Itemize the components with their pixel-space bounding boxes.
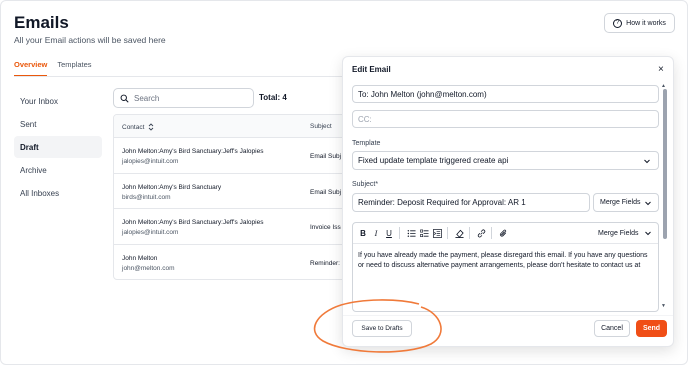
- template-select[interactable]: Fixed update template triggered create a…: [352, 151, 659, 170]
- merge-fields-label: Merge Fields: [600, 199, 641, 206]
- edit-email-modal: Edit Email × To: John Melton (john@melto…: [342, 56, 674, 347]
- question-icon: ?: [613, 18, 623, 28]
- subject-label: Subject*: [352, 181, 379, 188]
- modal-footer-divider: [343, 315, 673, 316]
- contact-email: birds@intuit.com: [122, 193, 171, 201]
- sidebar-item-all-inboxes[interactable]: All Inboxes: [14, 182, 102, 204]
- email-body-text[interactable]: If you have already made the payment, pl…: [358, 251, 653, 271]
- cancel-button[interactable]: Cancel: [594, 320, 630, 337]
- sidebar: Your Inbox Sent Draft Archive All Inboxe…: [14, 90, 102, 205]
- close-icon[interactable]: ×: [658, 64, 664, 75]
- email-table: Contact Subject John Melton:Amy's Bird S…: [113, 114, 363, 280]
- scroll-down-arrow[interactable]: ▼: [661, 303, 666, 309]
- contact-name: John Melton:Amy's Bird Sanctuary:Jeff's …: [122, 219, 264, 226]
- contact-email: jalopies@intuit.com: [122, 229, 179, 236]
- toolbar-divider: [447, 227, 448, 239]
- cc-field[interactable]: CC:: [352, 110, 659, 128]
- sidebar-item-draft[interactable]: Draft: [14, 136, 102, 158]
- chevron-down-icon: [645, 231, 651, 236]
- subject-field[interactable]: Reminder: Deposit Required for Approval:…: [352, 193, 590, 212]
- chevron-down-icon: [645, 201, 651, 206]
- modal-title: Edit Email: [352, 65, 391, 74]
- clear-format-icon[interactable]: [454, 228, 464, 238]
- body-merge-fields-button[interactable]: Merge Fields: [592, 224, 658, 243]
- table-row[interactable]: John Melton:Amy's Bird Sanctuary birds@i…: [114, 174, 362, 209]
- numbered-list-icon[interactable]: [419, 228, 429, 238]
- tab-bar: Overview Templates: [14, 60, 92, 77]
- email-subject: Email Subj: [310, 188, 342, 196]
- email-subject: Email Subj: [310, 153, 342, 160]
- email-subject: Reminder:: [310, 259, 340, 267]
- merge-fields-label: Merge Fields: [598, 230, 639, 237]
- sort-icon: [149, 123, 154, 131]
- contact-email: jalopies@intuit.com: [122, 158, 179, 165]
- how-it-works-button[interactable]: ? How it works: [604, 13, 675, 33]
- subject-column-header[interactable]: Subject: [310, 123, 332, 130]
- template-label: Template: [352, 140, 381, 147]
- contact-name: John Melton: [122, 254, 158, 262]
- tab-overview[interactable]: Overview: [14, 60, 48, 77]
- toolbar-divider: [469, 227, 470, 239]
- save-to-drafts-button[interactable]: Save to Drafts: [352, 320, 412, 337]
- bullet-list-icon[interactable]: [406, 228, 416, 238]
- send-button[interactable]: Send: [636, 320, 667, 337]
- page-title: Emails: [14, 13, 69, 32]
- template-value: Fixed update template triggered create a…: [358, 156, 509, 165]
- contact-column-header[interactable]: Contact: [122, 123, 154, 131]
- attachment-icon[interactable]: [498, 228, 508, 238]
- contact-email: john@melton.com: [122, 264, 175, 272]
- body-editor: B I U Merge Fields If you have already m…: [352, 222, 659, 312]
- toolbar-divider: [399, 227, 400, 239]
- underline-icon[interactable]: U: [384, 228, 394, 238]
- search-input[interactable]: [134, 93, 244, 103]
- page-subtitle: All your Email actions will be saved her…: [14, 35, 166, 45]
- search-box[interactable]: [113, 88, 254, 108]
- modal-scrollbar[interactable]: [663, 85, 667, 305]
- cc-placeholder: CC:: [358, 114, 372, 124]
- bold-icon[interactable]: B: [358, 228, 368, 238]
- sidebar-item-archive[interactable]: Archive: [14, 159, 102, 181]
- scroll-thumb[interactable]: [663, 89, 667, 239]
- indent-icon[interactable]: [432, 228, 442, 238]
- sidebar-item-sent[interactable]: Sent: [14, 113, 102, 135]
- toolbar-divider: [491, 227, 492, 239]
- contact-header-label: Contact: [122, 123, 145, 131]
- sidebar-item-your-inbox[interactable]: Your Inbox: [14, 90, 102, 112]
- how-it-works-label: How it works: [626, 19, 666, 27]
- table-row[interactable]: John Melton john@melton.com Reminder:: [114, 245, 362, 280]
- subject-merge-fields-button[interactable]: Merge Fields: [593, 193, 659, 212]
- app-window: Emails All your Email actions will be sa…: [0, 0, 688, 365]
- tab-templates[interactable]: Templates: [57, 60, 91, 77]
- editor-toolbar: B I U Merge Fields: [353, 223, 658, 244]
- contact-name: John Melton:Amy's Bird Sanctuary:Jeff's …: [122, 148, 264, 155]
- total-count: Total: 4: [259, 93, 287, 102]
- to-field[interactable]: To: John Melton (john@melton.com): [352, 85, 659, 103]
- email-subject: Invoice Iss: [310, 224, 341, 231]
- search-icon: [120, 94, 129, 103]
- table-row[interactable]: John Melton:Amy's Bird Sanctuary:Jeff's …: [114, 209, 362, 245]
- chevron-down-icon: [644, 159, 650, 164]
- table-row[interactable]: John Melton:Amy's Bird Sanctuary:Jeff's …: [114, 138, 362, 174]
- link-icon[interactable]: [476, 228, 486, 238]
- table-header: Contact Subject: [114, 115, 362, 138]
- italic-icon[interactable]: I: [371, 228, 381, 238]
- contact-name: John Melton:Amy's Bird Sanctuary: [122, 183, 222, 191]
